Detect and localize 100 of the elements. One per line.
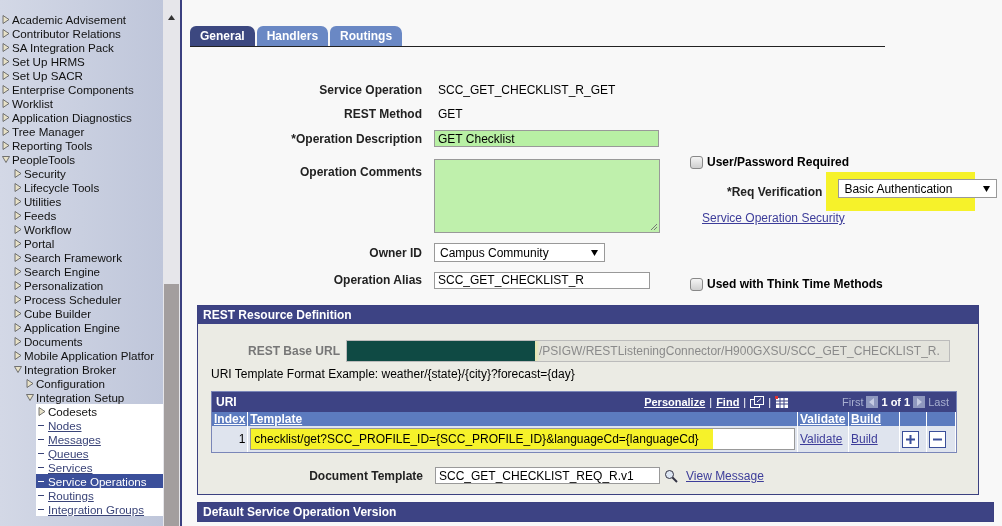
menu-link[interactable]: Service Operations (36, 474, 163, 488)
dropdown-caret-icon[interactable] (591, 249, 598, 256)
menu-folder[interactable]: Integration Setup (36, 390, 125, 404)
column-header[interactable]: Validate (797, 412, 849, 426)
table-cell: 1 (212, 426, 248, 452)
menu-folder[interactable]: Portal (24, 236, 55, 250)
security-link[interactable]: Service Operation Security (702, 211, 845, 225)
template-field[interactable]: checklist/get?SCC_PROFILE_ID={SCC_PROFILE_ID}&languageCd={languageCd} (250, 428, 795, 450)
text-area[interactable] (434, 158, 660, 233)
input-field[interactable]: SCC_GET_CHECKLIST_REQ_R.v1 (435, 467, 660, 484)
menu-folder[interactable]: Enterprise Components (12, 82, 134, 96)
checkbox[interactable] (690, 155, 703, 169)
collapsed-triangle-icon[interactable] (14, 322, 22, 332)
checkbox[interactable] (690, 277, 703, 291)
collapsed-triangle-icon[interactable] (2, 140, 10, 150)
collapsed-triangle-icon[interactable] (2, 14, 10, 24)
collapsed-triangle-icon[interactable] (14, 238, 22, 248)
menu-folder[interactable]: Security (24, 166, 66, 180)
menu-link[interactable]: Services (36, 460, 163, 474)
menu-folder[interactable]: PeopleTools (12, 152, 76, 166)
plus-icon (905, 433, 916, 445)
menu-link[interactable]: Routings (36, 488, 163, 502)
add-row-button[interactable] (902, 430, 919, 448)
tab[interactable]: Routings (330, 26, 403, 46)
menu-link[interactable]: Messages (36, 432, 163, 446)
menu-folder[interactable]: Academic Advisement (12, 12, 127, 26)
field-value: GET (437, 106, 464, 121)
collapsed-triangle-icon[interactable] (2, 42, 10, 52)
collapsed-triangle-icon[interactable] (14, 294, 22, 304)
menu-folder[interactable]: Set Up SACR (12, 68, 83, 82)
grid-link[interactable]: Find (716, 396, 740, 408)
menu-folder[interactable]: Utilities (24, 194, 62, 208)
collapsed-triangle-icon[interactable] (2, 84, 10, 94)
checkbox-label: User/Password Required (707, 155, 850, 169)
menu-link[interactable]: Integration Groups (36, 502, 163, 516)
menu-folder[interactable]: Lifecycle Tools (24, 180, 100, 194)
collapsed-triangle-icon[interactable] (14, 252, 22, 262)
menu-folder[interactable]: SA Integration Pack (12, 40, 114, 54)
menu-folder[interactable]: Application Engine (24, 320, 121, 334)
menu-link[interactable]: Queues (36, 446, 163, 460)
collapsed-triangle-icon[interactable] (2, 28, 10, 38)
menu-folder[interactable]: Worklist (12, 96, 53, 110)
collapsed-triangle-icon[interactable] (2, 112, 10, 122)
resize-grip-icon[interactable] (650, 222, 658, 231)
column-header[interactable]: Index (212, 412, 248, 426)
column-header[interactable]: Build (848, 412, 900, 426)
collapsed-triangle-icon[interactable] (14, 350, 22, 360)
delete-row-button[interactable] (929, 430, 946, 448)
menu-folder[interactable]: Personalization (24, 278, 104, 292)
menu-link[interactable]: Nodes (36, 418, 163, 432)
collapsed-triangle-icon[interactable] (14, 224, 22, 234)
menu-folder[interactable]: Integration Broker (24, 362, 117, 376)
expanded-triangle-icon[interactable] (2, 154, 10, 164)
collapsed-triangle-icon[interactable] (14, 308, 22, 318)
collapsed-triangle-icon[interactable] (14, 336, 22, 346)
tab[interactable]: General (190, 26, 255, 46)
search-icon[interactable] (664, 468, 678, 483)
collapsed-triangle-icon[interactable] (14, 280, 22, 290)
spreadsheet-icon[interactable] (775, 395, 790, 409)
menu-folder[interactable]: Mobile Application Platfor (24, 348, 155, 362)
menu-folder[interactable]: Contributor Relations (12, 26, 121, 40)
menu-folder[interactable]: Tree Manager (12, 124, 85, 138)
menu-folder[interactable]: Search Framework (24, 250, 122, 264)
menu-folder[interactable]: Documents (24, 334, 83, 348)
input-field[interactable]: SCC_GET_CHECKLIST_R (434, 271, 650, 289)
collapsed-triangle-icon[interactable] (26, 378, 34, 388)
collapsed-triangle-icon[interactable] (14, 168, 22, 178)
collapsed-triangle-icon[interactable] (14, 182, 22, 192)
menu-folder[interactable]: Reporting Tools (12, 138, 93, 152)
view-all-icon[interactable] (750, 395, 765, 409)
collapsed-triangle-icon[interactable] (2, 98, 10, 108)
menu-folder[interactable]: Cube Builder (24, 306, 92, 320)
dropdown[interactable]: Campus Community (434, 243, 605, 263)
menu-folder[interactable]: Set Up HRMS (12, 54, 85, 68)
menu-folder[interactable]: Configuration (36, 376, 105, 390)
dropdown-caret-icon[interactable] (983, 185, 991, 192)
field-value: SCC_GET_CHECKLIST_R_GET (437, 83, 617, 98)
menu-folder[interactable]: Search Engine (24, 264, 101, 278)
column-header[interactable]: Template (247, 412, 798, 426)
collapsed-triangle-icon[interactable] (2, 126, 10, 136)
menu-folder[interactable]: Codesets (48, 404, 97, 418)
menu-folder[interactable]: Feeds (24, 208, 57, 222)
collapsed-triangle-icon[interactable] (14, 196, 22, 206)
collapsed-triangle-icon[interactable] (14, 266, 22, 276)
collapsed-triangle-icon[interactable] (2, 70, 10, 80)
menu-folder[interactable]: Application Diagnostics (12, 110, 132, 124)
menu-folder[interactable]: Workflow (24, 222, 72, 236)
collapsed-triangle-icon[interactable] (14, 210, 22, 220)
expanded-triangle-icon[interactable] (14, 364, 22, 374)
menu-folder[interactable]: Process Scheduler (24, 292, 122, 306)
input-field[interactable]: GET Checklist (434, 130, 659, 148)
tab[interactable]: Handlers (256, 26, 329, 46)
collapsed-triangle-icon[interactable] (2, 56, 10, 66)
collapsed-triangle-icon[interactable] (38, 406, 46, 416)
field-label: Service Operation (318, 83, 422, 98)
grid-link[interactable]: Personalize (644, 396, 706, 408)
expanded-triangle-icon[interactable] (26, 392, 34, 402)
dropdown[interactable]: Basic Authentication (838, 179, 998, 198)
view-message-link[interactable]: View Message (686, 468, 764, 483)
field-label: REST Method (343, 106, 422, 121)
